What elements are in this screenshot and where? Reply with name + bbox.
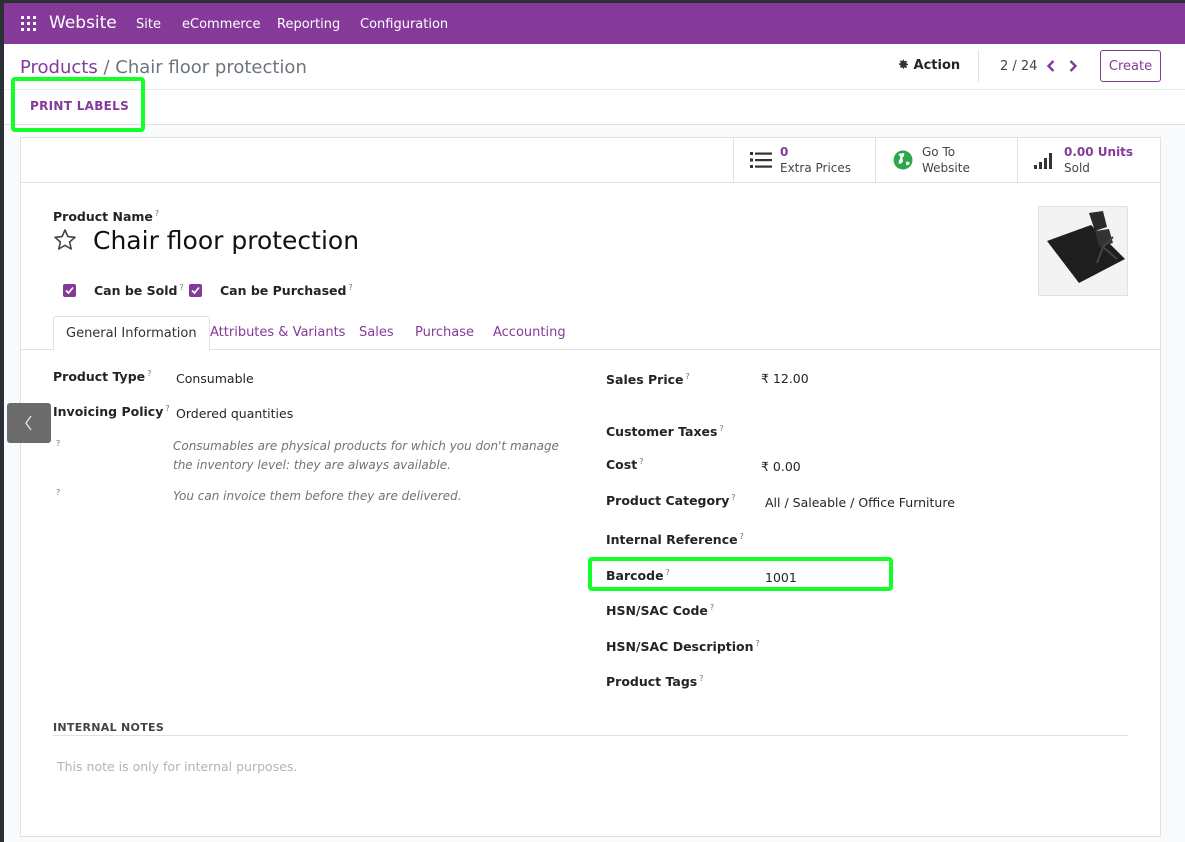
gear-icon bbox=[899, 59, 908, 69]
control-panel: Products / Chair floor protection Action… bbox=[4, 44, 1185, 125]
menu-configuration[interactable]: Configuration bbox=[360, 17, 448, 32]
app-window: Website Site eCommerce Reporting Configu… bbox=[4, 3, 1185, 842]
breadcrumb-products-link[interactable]: Products bbox=[20, 57, 98, 78]
tab-accounting[interactable]: Accounting bbox=[493, 316, 566, 350]
bar-signal-icon bbox=[1034, 153, 1052, 169]
control-panel-divider bbox=[4, 89, 1185, 90]
create-button[interactable]: Create bbox=[1100, 50, 1161, 82]
pager-divider bbox=[978, 50, 979, 82]
help-mark: ? bbox=[56, 439, 61, 448]
menu-ecommerce[interactable]: eCommerce bbox=[182, 17, 261, 32]
notebook-tabs: General Information Attributes & Variant… bbox=[21, 316, 1160, 351]
extra-prices-button[interactable]: 0 Extra Prices bbox=[733, 138, 876, 182]
internal-notes-input[interactable]: This note is only for internal purposes. bbox=[57, 759, 297, 774]
internal-reference-label: Internal Reference? bbox=[606, 532, 744, 548]
chevron-right-icon[interactable] bbox=[1067, 59, 1079, 73]
customer-taxes-label: Customer Taxes? bbox=[606, 424, 724, 440]
product-tags-label: Product Tags? bbox=[606, 674, 704, 690]
can-be-purchased-checkbox[interactable] bbox=[189, 284, 202, 297]
units-sold-label: Sold bbox=[1064, 161, 1090, 175]
invoice-help-text: You can invoice them before they are del… bbox=[173, 489, 462, 503]
product-name-field[interactable]: Chair floor protection bbox=[93, 226, 359, 255]
hsn-description-label: HSN/SAC Description? bbox=[606, 639, 760, 655]
app-brand[interactable]: Website bbox=[49, 13, 117, 33]
invoicing-policy-field[interactable]: Ordered quantities bbox=[176, 406, 293, 421]
cost-label: Cost? bbox=[606, 457, 644, 473]
internal-notes-divider bbox=[53, 735, 1128, 736]
product-type-label: Product Type? bbox=[53, 369, 152, 385]
consumable-help-text: Consumables are physical products for wh… bbox=[173, 439, 559, 472]
action-button[interactable]: Action bbox=[898, 58, 960, 73]
star-icon[interactable] bbox=[53, 228, 77, 252]
sales-price-field[interactable]: ₹ 12.00 bbox=[761, 371, 809, 386]
units-sold-value: 0.00 Units bbox=[1064, 145, 1134, 159]
can-be-sold-label: Can be Sold? bbox=[94, 283, 184, 299]
product-name-label: Product Name? bbox=[53, 209, 160, 225]
breadcrumb-current: Chair floor protection bbox=[115, 57, 307, 78]
extra-prices-label: Extra Prices bbox=[780, 161, 852, 175]
go-to-website-value: Go To bbox=[922, 145, 956, 159]
action-label: Action bbox=[913, 58, 961, 73]
highlight-barcode bbox=[588, 557, 893, 591]
tab-purchase[interactable]: Purchase bbox=[415, 316, 474, 350]
product-category-label: Product Category? bbox=[606, 493, 736, 509]
form-sheet: 0 Extra Prices Go To Website 0.00 Units … bbox=[20, 137, 1161, 837]
chatter-toggle-button[interactable] bbox=[7, 403, 51, 443]
chair-mat-image bbox=[1039, 207, 1127, 295]
tab-general-information[interactable]: General Information bbox=[53, 316, 210, 351]
can-be-purchased-label: Can be Purchased? bbox=[220, 283, 353, 299]
units-sold-button[interactable]: 0.00 Units Sold bbox=[1017, 138, 1160, 182]
chevron-left-icon bbox=[25, 415, 32, 431]
top-navbar: Website Site eCommerce Reporting Configu… bbox=[4, 3, 1185, 44]
pager-value[interactable]: 2 / 24 bbox=[1000, 59, 1037, 74]
smart-buttons-bar: 0 Extra Prices Go To Website 0.00 Units … bbox=[21, 138, 1160, 183]
sales-price-label: Sales Price? bbox=[606, 372, 690, 388]
hsn-code-label: HSN/SAC Code? bbox=[606, 603, 715, 619]
extra-prices-value: 0 bbox=[780, 145, 789, 159]
internal-notes-title: INTERNAL NOTES bbox=[53, 721, 165, 734]
product-type-field[interactable]: Consumable bbox=[176, 371, 254, 386]
chevron-left-icon[interactable] bbox=[1045, 59, 1057, 73]
product-category-field[interactable]: All / Saleable / Office Furniture bbox=[765, 495, 955, 510]
help-mark: ? bbox=[56, 488, 61, 497]
tab-attributes-variants[interactable]: Attributes & Variants bbox=[210, 316, 345, 350]
go-to-website-button[interactable]: Go To Website bbox=[875, 138, 1018, 182]
tab-sales[interactable]: Sales bbox=[359, 316, 394, 350]
go-to-website-label: Website bbox=[922, 161, 970, 175]
cost-field[interactable]: ₹ 0.00 bbox=[761, 459, 801, 474]
invoicing-policy-label: Invoicing Policy? bbox=[53, 404, 170, 420]
product-image[interactable] bbox=[1038, 206, 1128, 296]
list-icon bbox=[750, 152, 772, 168]
apps-grid-icon[interactable] bbox=[21, 16, 36, 31]
can-be-sold-checkbox[interactable] bbox=[63, 284, 76, 297]
breadcrumb-separator: / bbox=[103, 57, 110, 78]
breadcrumb: Products / Chair floor protection bbox=[20, 57, 307, 78]
menu-site[interactable]: Site bbox=[136, 17, 161, 32]
menu-reporting[interactable]: Reporting bbox=[277, 17, 340, 32]
highlight-print-labels bbox=[11, 77, 145, 132]
globe-icon bbox=[893, 150, 913, 170]
